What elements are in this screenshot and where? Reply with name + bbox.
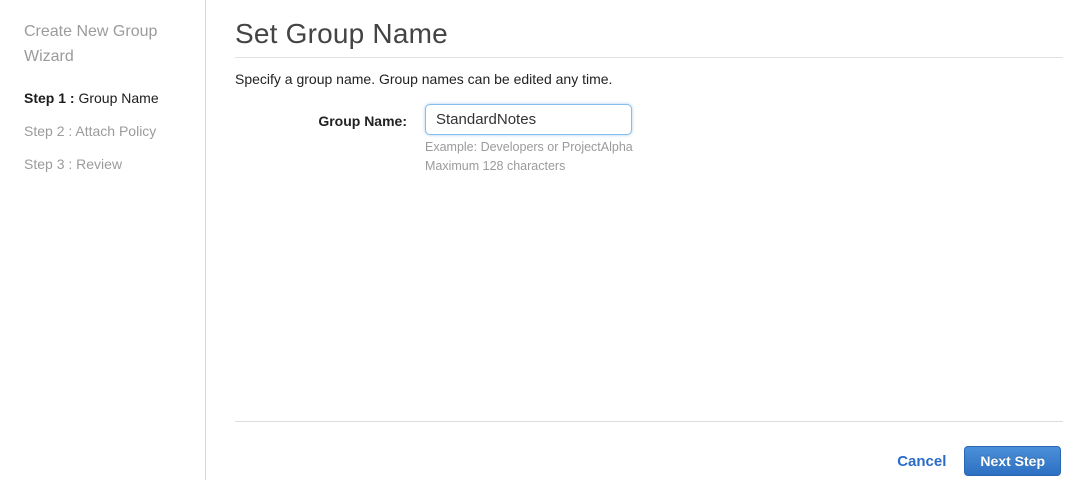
page-title: Set Group Name	[235, 18, 448, 49]
step-label: Group Name	[78, 90, 159, 106]
step-label: Attach Policy	[75, 123, 157, 139]
group-name-max-hint: Maximum 128 characters	[425, 159, 566, 173]
title-divider	[235, 57, 1063, 58]
step-number: Step 3 :	[24, 156, 77, 172]
sidebar-step-attach-policy: Step 2 : Attach Policy	[24, 124, 189, 138]
group-name-field-column: Example: Developers or ProjectAlpha Maxi…	[425, 104, 633, 175]
main-panel: Set Group Name Specify a group name. Gro…	[235, 0, 1063, 480]
group-name-input[interactable]	[425, 104, 632, 135]
page-description: Specify a group name. Group names can be…	[235, 71, 613, 87]
wizard-sidebar: Create New Group Wizard Step 1 : Group N…	[0, 0, 206, 480]
create-group-wizard-page: Create New Group Wizard Step 1 : Group N…	[0, 0, 1073, 480]
next-step-button[interactable]: Next Step	[964, 446, 1061, 476]
group-name-form-row: Group Name: Example: Developers or Proje…	[235, 104, 1063, 175]
group-name-example-hint: Example: Developers or ProjectAlpha	[425, 140, 633, 154]
wizard-title: Create New Group Wizard	[24, 23, 158, 65]
cancel-button[interactable]: Cancel	[897, 453, 946, 470]
sidebar-step-group-name: Step 1 : Group Name	[24, 91, 189, 105]
wizard-footer: Cancel Next Step	[897, 446, 1061, 476]
step-number: Step 1 :	[24, 90, 79, 106]
footer-divider	[235, 421, 1063, 422]
sidebar-step-review: Step 3 : Review	[24, 157, 189, 171]
group-name-label: Group Name:	[318, 113, 407, 129]
step-label: Review	[76, 156, 123, 172]
step-number: Step 2 :	[24, 123, 76, 139]
